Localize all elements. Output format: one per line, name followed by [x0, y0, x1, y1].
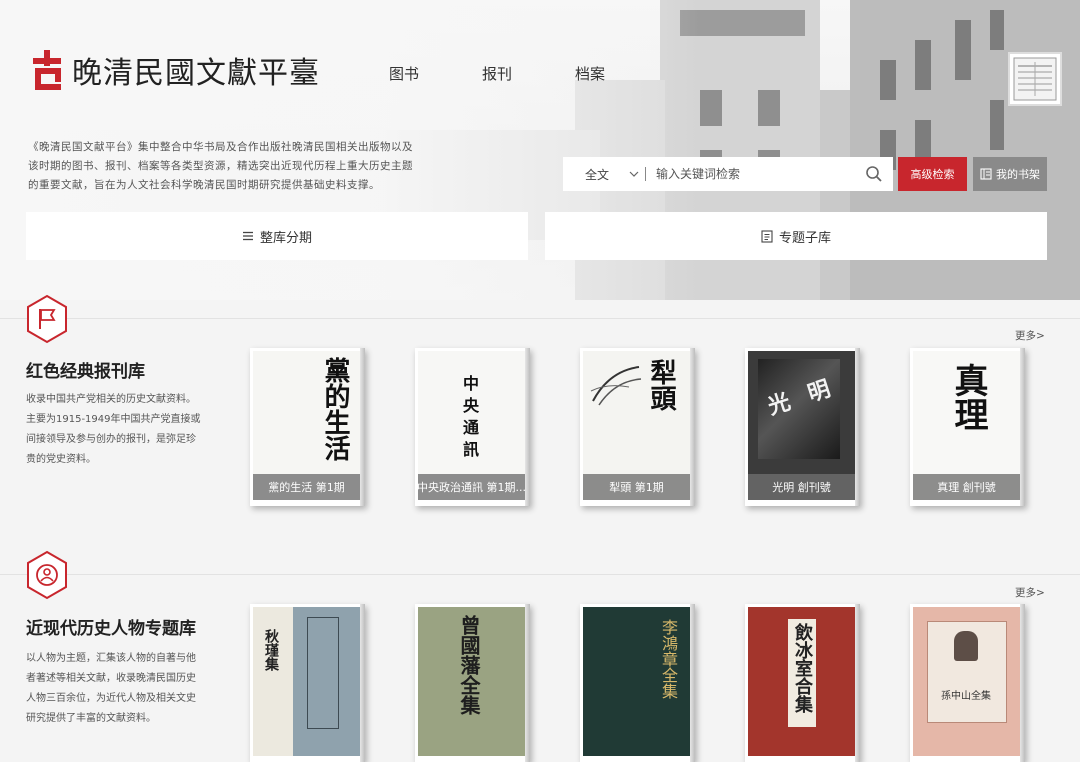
book-card[interactable]: 孫中山全集: [910, 604, 1025, 762]
book-card-label: 真理 創刊號: [913, 474, 1020, 500]
book-spine: [360, 604, 365, 762]
search-separator: [645, 167, 646, 181]
book-spine: [360, 348, 365, 506]
cover-title: 犁頭: [646, 359, 676, 411]
my-bookshelf-label: 我的书架: [996, 168, 1040, 181]
chevron-down-icon[interactable]: [629, 169, 639, 179]
book-cover: 李鴻章全集: [583, 607, 690, 756]
search-input[interactable]: [654, 166, 848, 182]
section-description-historical-figures: 以人物为主题，汇集该人物的自著与他者著述等相关文献，收录晚清民国历史人物三百余位…: [26, 653, 196, 724]
site-logo[interactable]: 晚清民國文獻平臺: [30, 48, 320, 92]
book-spine: [855, 604, 860, 762]
book-spine: [525, 604, 530, 762]
logo-mark-icon: [30, 48, 66, 92]
person-icon: [25, 550, 69, 600]
cover-title: 中央通訊: [460, 375, 479, 463]
nav-item-periodicals[interactable]: 报刊: [482, 63, 512, 84]
cover-title: 秋瑾集: [263, 629, 279, 671]
book-card[interactable]: 飲冰室合集: [745, 604, 860, 762]
cover-title: 黨的生活: [320, 357, 350, 461]
book-cover: 秋瑾集: [253, 607, 360, 756]
book-card-label: 黨的生活 第1期: [253, 474, 360, 500]
section-description-red-classics: 收录中国共产党相关的历史文献资料。主要为1915-1949年中国共产党直接或间接…: [26, 394, 201, 465]
book-spine: [525, 348, 530, 506]
book-spine: [1020, 604, 1025, 762]
cover-title: 真理: [948, 363, 988, 431]
book-card-label: 中央政治通訊 第1期...: [418, 474, 525, 500]
more-link-red-classics[interactable]: 更多>: [1015, 328, 1045, 343]
cover-title: 飲冰室合集: [792, 623, 813, 713]
nav-item-archives[interactable]: 档案: [575, 63, 605, 84]
site-title: 晚清民國文獻平臺: [72, 56, 320, 91]
book-cover: 曾國藩全集: [418, 607, 525, 756]
book-card[interactable]: 中央通訊 中央政治通訊 第1期...: [415, 348, 530, 506]
cover-title: 曾國藩全集: [457, 615, 481, 715]
advanced-search-button[interactable]: 高级检索: [898, 157, 967, 191]
site-intro: 《晚清民国文献平台》集中整合中华书局及合作出版社晚清民国相关出版物以及该时期的图…: [28, 140, 413, 191]
book-card[interactable]: 曾國藩全集: [415, 604, 530, 762]
book-cover: 孫中山全集: [913, 607, 1020, 756]
tab-special-collections-label: 专题子库: [778, 230, 831, 246]
book-card-label: 光明 創刊號: [748, 474, 855, 500]
tab-special-collections[interactable]: 专题子库: [545, 212, 1047, 260]
tab-full-periods[interactable]: 整库分期: [26, 212, 528, 260]
document-thumbnail[interactable]: [1008, 52, 1062, 106]
bookshelf-icon: [980, 168, 992, 180]
nav-item-books[interactable]: 图书: [389, 63, 419, 84]
flag-icon: [25, 294, 69, 344]
search-icon[interactable]: [865, 165, 883, 183]
book-card[interactable]: 秋瑾集: [250, 604, 365, 762]
cover-label-box: [307, 617, 339, 729]
book-card[interactable]: 真理 真理 創刊號: [910, 348, 1025, 506]
portrait-image: [954, 631, 978, 661]
my-bookshelf-button[interactable]: 我的书架: [973, 157, 1047, 191]
book-card[interactable]: 光明 光明 創刊號: [745, 348, 860, 506]
book-spine: [690, 348, 695, 506]
section-divider: [0, 574, 1080, 575]
section-divider: [0, 318, 1080, 319]
search-scope-select[interactable]: 全文: [585, 166, 615, 183]
book-spine: [1020, 348, 1025, 506]
list-icon: [242, 231, 253, 241]
book-spine: [690, 604, 695, 762]
book-card-label: 犁頭 第1期: [583, 474, 690, 500]
section-title-historical-figures: 近现代历史人物专题库: [26, 619, 196, 639]
cover-title: 李鴻章全集: [659, 619, 678, 699]
section-title-red-classics: 红色经典报刊库: [26, 362, 145, 382]
search-bar: 全文: [563, 157, 893, 191]
more-link-historical-figures[interactable]: 更多>: [1015, 585, 1045, 600]
cover-illustration: [590, 366, 642, 406]
book-card[interactable]: 犁頭 犁頭 第1期: [580, 348, 695, 506]
book-card[interactable]: 黨的生活 黨的生活 第1期: [250, 348, 365, 506]
tab-full-periods-label: 整库分期: [259, 230, 312, 246]
cover-title: 孫中山全集: [941, 691, 991, 702]
document-icon: [761, 229, 773, 243]
book-card[interactable]: 李鴻章全集: [580, 604, 695, 762]
book-cover: 飲冰室合集: [748, 607, 855, 756]
book-spine: [855, 348, 860, 506]
